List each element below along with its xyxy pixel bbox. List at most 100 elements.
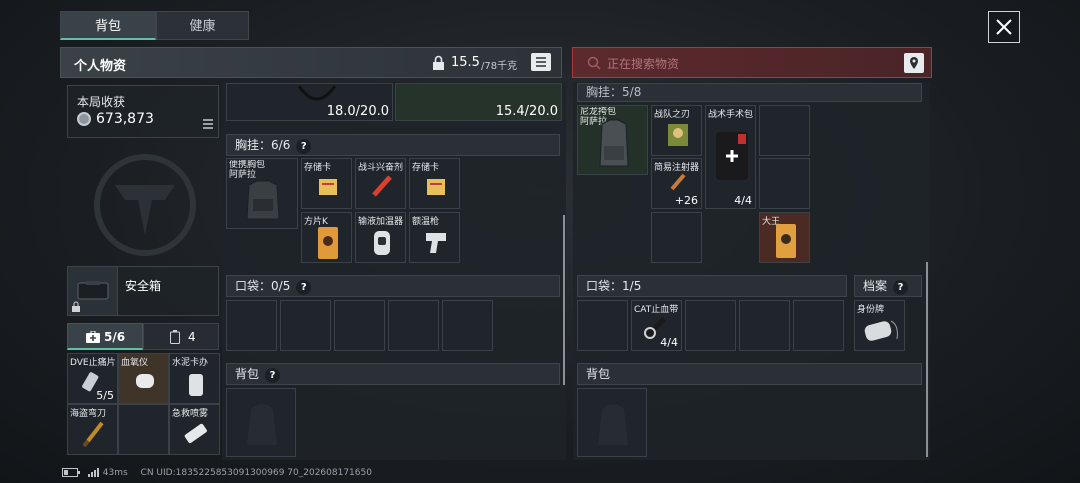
location-button[interactable]: [904, 53, 924, 73]
spray-icon: [184, 423, 207, 444]
right-pocket-slot-1[interactable]: [577, 300, 628, 351]
side-tab-canister-label: 4: [188, 330, 196, 344]
summary-value: 673,873: [96, 111, 154, 127]
help-icon[interactable]: ?: [296, 139, 312, 154]
side-tab-canister[interactable]: 4: [143, 323, 219, 350]
list-menu-button[interactable]: [531, 53, 551, 71]
lock-icon: [432, 55, 445, 74]
help-icon[interactable]: ?: [296, 280, 312, 295]
right-scrollbar[interactable]: [926, 262, 928, 457]
side-item-6[interactable]: 急救喷雾: [169, 404, 220, 455]
left-rig-item-4[interactable]: 方片K: [301, 212, 352, 263]
left-rig-item-3[interactable]: 存储卡: [409, 158, 460, 209]
safebox-slot[interactable]: 安全箱: [67, 266, 219, 316]
emblem-watermark: [94, 154, 196, 256]
right-rig-main-item[interactable]: 尼龙挎包 阿萨拉: [577, 105, 648, 175]
summary-label: 本局收获: [77, 95, 126, 109]
left-pocket-slot-4[interactable]: [388, 300, 439, 351]
side-item-3[interactable]: 水泥卡办: [169, 353, 220, 404]
search-icon: [587, 56, 601, 73]
left-pocket-slot-3[interactable]: [334, 300, 385, 351]
vest-icon: [599, 119, 629, 167]
right-pocket-slot-4[interactable]: [739, 300, 790, 351]
backpack-silhouette-icon: [247, 404, 277, 445]
dog-tag-icon: [864, 320, 898, 341]
ping-text: 43ms: [102, 468, 128, 478]
left-rig-item-6[interactable]: 额温枪: [409, 212, 460, 263]
status-bar: 43ms CN UID:1835225853091300969 70_20260…: [62, 468, 372, 482]
right-rig-slot-empty-1[interactable]: [759, 105, 810, 156]
memory-card-icon: [427, 179, 445, 195]
vest-icon: [246, 180, 280, 220]
left-rig-item-1[interactable]: 存储卡: [301, 158, 352, 209]
right-backpack-header: 背包: [577, 363, 922, 385]
right-rig-slot-empty-3[interactable]: [651, 212, 702, 263]
list-icon[interactable]: [202, 118, 214, 132]
oximeter-icon: [136, 374, 154, 388]
left-pocket-header: 口袋：0/5?: [226, 275, 560, 297]
left-scrollbar[interactable]: [563, 215, 565, 385]
left-pocket-slot-5[interactable]: [442, 300, 493, 351]
search-input[interactable]: 正在搜索物资: [607, 55, 679, 72]
battery-icon: [62, 468, 80, 477]
left-rig-item-5[interactable]: 输液加温器: [355, 212, 406, 263]
right-rig-item-4[interactable]: 大王: [759, 212, 810, 263]
right-pocket-item[interactable]: CAT止血带 4/4: [631, 300, 682, 351]
backpack-silhouette-icon: [598, 404, 628, 445]
playing-card-icon: [318, 227, 338, 259]
tab-backpack[interactable]: 背包: [60, 11, 156, 40]
helmet-durability: 18.0/20.0: [326, 104, 389, 119]
left-pocket-slot-2[interactable]: [280, 300, 331, 351]
canister-icon: [170, 330, 180, 344]
coin-icon: [77, 112, 91, 126]
right-rig-item-2[interactable]: 战术手术包 4/4: [705, 105, 756, 209]
close-icon: [996, 19, 1012, 35]
left-header-title: 个人物资: [74, 59, 127, 74]
tab-health[interactable]: 健康: [156, 11, 249, 40]
bottle-icon: [189, 374, 203, 396]
left-backpack-slot[interactable]: [226, 388, 296, 457]
equip-slot-armor[interactable]: 15.4/20.0: [395, 83, 562, 121]
left-rig-item-2[interactable]: 战斗兴奋剂: [355, 158, 406, 209]
close-button[interactable]: [988, 11, 1020, 43]
side-item-2[interactable]: 血氧仪: [118, 353, 169, 404]
dagger-icon: [82, 421, 104, 448]
team-blade-icon: [668, 124, 688, 146]
side-item-1[interactable]: DVE止痛片 5/5: [67, 353, 118, 404]
safebox-label: 安全箱: [125, 279, 162, 293]
archive-item[interactable]: 身份牌: [854, 300, 905, 351]
playing-card-icon: [776, 224, 796, 258]
right-rig-item-3[interactable]: 简易注射器 +26: [651, 158, 702, 209]
left-pocket-slot-1[interactable]: [226, 300, 277, 351]
medkit-icon: [86, 331, 100, 343]
left-header: 个人物资 15.5 /78千克: [60, 47, 562, 78]
equip-slot-helmet[interactable]: 18.0/20.0: [226, 83, 393, 121]
weight-max: /78千克: [481, 61, 518, 72]
left-rig-main-item[interactable]: 便携胸包 阿萨拉: [226, 158, 298, 229]
right-rig-header: 胸挂：5/8: [577, 83, 922, 102]
right-rig-slot-empty-2[interactable]: [759, 158, 810, 209]
left-rig-header: 胸挂：6/6?: [226, 134, 560, 156]
right-pocket-header: 口袋：1/5: [577, 275, 847, 297]
uid-text: CN UID:1835225853091300969 70_2026081716…: [140, 468, 372, 478]
right-pocket-slot-3[interactable]: [685, 300, 736, 351]
location-pin-icon: [910, 57, 918, 69]
right-pocket-slot-5[interactable]: [793, 300, 844, 351]
search-header[interactable]: 正在搜索物资: [572, 47, 932, 78]
signal-icon: [87, 468, 99, 477]
syringe-icon: [372, 175, 392, 197]
help-icon[interactable]: ?: [893, 280, 909, 295]
thermometer-gun-icon: [426, 233, 446, 253]
side-tab-medkit[interactable]: 5/6: [67, 323, 143, 350]
right-rig-item-1[interactable]: 战队之刃: [651, 105, 702, 156]
weight-value: 15.5: [451, 55, 480, 70]
help-icon[interactable]: ?: [265, 368, 281, 383]
infusion-warmer-icon: [374, 231, 390, 255]
summary-panel[interactable]: 本局收获 673,873: [67, 85, 219, 138]
side-item-5[interactable]: [118, 404, 169, 455]
armor-durability: 15.4/20.0: [495, 104, 558, 119]
lock-icon: [72, 301, 80, 312]
side-item-4[interactable]: 海盗弯刀: [67, 404, 118, 455]
surgery-kit-icon: [716, 132, 748, 180]
right-backpack-slot[interactable]: [577, 388, 647, 457]
